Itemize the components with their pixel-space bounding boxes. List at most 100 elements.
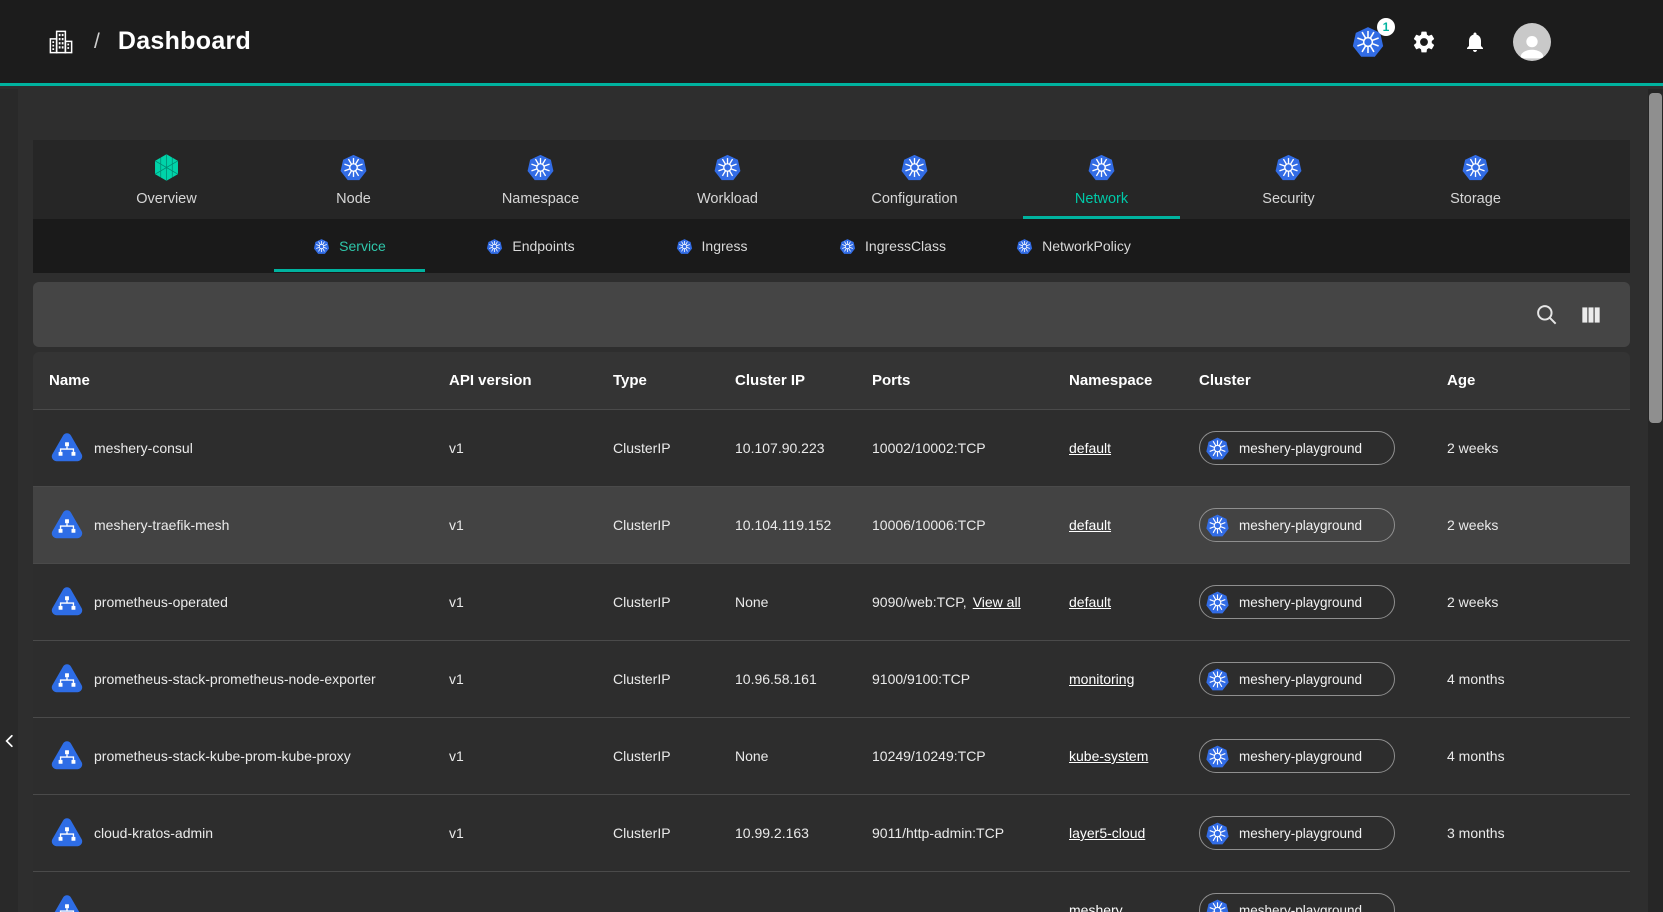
breadcrumb-separator: / (94, 30, 100, 54)
table-header-row: Name API version Type Cluster IP Ports N… (33, 352, 1630, 410)
type-cell: ClusterIP (613, 671, 735, 687)
collapse-drawer-button[interactable] (1, 731, 19, 751)
namespace-link[interactable]: kube-system (1069, 748, 1148, 764)
api-version-cell: v1 (449, 594, 613, 610)
user-avatar[interactable] (1513, 23, 1551, 61)
page-scrollbar[interactable] (1648, 89, 1663, 912)
cluster-ip-cell: 10.99.2.163 (735, 825, 872, 841)
namespace-link[interactable]: meshery (1069, 902, 1123, 912)
table-row[interactable]: meshery-traefik-mesh v1 ClusterIP 10.104… (33, 487, 1630, 564)
cluster-chip[interactable]: meshery-playground (1199, 893, 1395, 912)
cluster-chip[interactable]: meshery-playground (1199, 662, 1395, 696)
service-icon (49, 815, 85, 851)
type-cell: ClusterIP (613, 825, 735, 841)
sub-tab-ingressclass[interactable]: IngressClass (802, 219, 983, 273)
view-columns-button[interactable] (1578, 302, 1604, 328)
main-tab-network[interactable]: Network (1008, 140, 1195, 219)
age-cell: 2 weeks (1447, 517, 1630, 533)
settings-button[interactable] (1411, 29, 1437, 55)
api-version-cell: v1 (449, 517, 613, 533)
column-header-cluster[interactable]: Cluster (1199, 372, 1447, 389)
search-button[interactable] (1534, 302, 1560, 328)
column-header-type[interactable]: Type (613, 372, 735, 389)
main-tab-workload[interactable]: Workload (634, 140, 821, 219)
kubernetes-icon (713, 153, 742, 182)
kubernetes-icon (339, 153, 368, 182)
cluster-chip[interactable]: meshery-playground (1199, 585, 1395, 619)
kubernetes-icon (1205, 898, 1230, 912)
main-tab-label: Security (1262, 191, 1314, 207)
table-row[interactable]: meshery meshery-playground (33, 872, 1630, 912)
gear-icon (1411, 29, 1437, 55)
column-header-api-version[interactable]: API version (449, 372, 613, 389)
service-name: meshery-traefik-mesh (94, 517, 229, 533)
column-header-cluster-ip[interactable]: Cluster IP (735, 372, 872, 389)
namespace-link[interactable]: default (1069, 440, 1111, 456)
main-tab-label: Configuration (871, 191, 957, 207)
table-row[interactable]: meshery-consul v1 ClusterIP 10.107.90.22… (33, 410, 1630, 487)
main-tab-overview[interactable]: Overview (73, 140, 260, 219)
age-cell: 2 weeks (1447, 594, 1630, 610)
view-all-link[interactable]: View all (973, 594, 1021, 610)
resource-tabs: Overview Node Namespace Workload Configu… (33, 140, 1630, 219)
notifications-button[interactable] (1463, 30, 1487, 54)
cluster-name: meshery-playground (1239, 749, 1362, 764)
table-row[interactable]: prometheus-operated v1 ClusterIP None 90… (33, 564, 1630, 641)
chevron-left-icon (1, 731, 19, 751)
search-icon (1534, 302, 1560, 328)
bell-icon (1463, 30, 1487, 54)
kubernetes-icon (1087, 153, 1116, 182)
sub-tab-networkpolicy[interactable]: NetworkPolicy (983, 219, 1164, 273)
cluster-connection-button[interactable]: 1 (1351, 25, 1385, 59)
kubernetes-icon (1205, 667, 1230, 692)
table-row[interactable]: prometheus-stack-kube-prom-kube-proxy v1… (33, 718, 1630, 795)
cluster-count-badge: 1 (1377, 18, 1395, 36)
breadcrumb: / Dashboard (46, 27, 251, 57)
cluster-ip-cell: 10.104.119.152 (735, 517, 872, 533)
sub-tab-endpoints[interactable]: Endpoints (440, 219, 621, 273)
namespace-link[interactable]: default (1069, 594, 1111, 610)
service-icon (49, 738, 85, 774)
service-name: prometheus-stack-kube-prom-kube-proxy (94, 748, 351, 764)
main-tab-security[interactable]: Security (1195, 140, 1382, 219)
cluster-chip[interactable]: meshery-playground (1199, 508, 1395, 542)
service-icon (49, 584, 85, 620)
api-version-cell: v1 (449, 748, 613, 764)
api-version-cell: v1 (449, 671, 613, 687)
main-tab-namespace[interactable]: Namespace (447, 140, 634, 219)
table-row[interactable]: cloud-kratos-admin v1 ClusterIP 10.99.2.… (33, 795, 1630, 872)
table-row[interactable]: prometheus-stack-prometheus-node-exporte… (33, 641, 1630, 718)
cluster-chip[interactable]: meshery-playground (1199, 739, 1395, 773)
sub-tab-label: Service (339, 238, 386, 254)
ports-cell: 10249/10249:TCP (872, 748, 986, 764)
kubernetes-icon (1205, 821, 1230, 846)
sub-tab-ingress[interactable]: Ingress (621, 219, 802, 273)
scrollbar-thumb[interactable] (1649, 93, 1662, 423)
kubernetes-icon (1205, 436, 1230, 461)
main-tab-label: Network (1075, 191, 1128, 207)
sub-tab-service[interactable]: Service (259, 219, 440, 273)
namespace-link[interactable]: default (1069, 517, 1111, 533)
type-cell: ClusterIP (613, 594, 735, 610)
type-cell: ClusterIP (613, 440, 735, 456)
column-header-ports[interactable]: Ports (872, 372, 1069, 389)
namespace-link[interactable]: monitoring (1069, 671, 1134, 687)
column-header-age[interactable]: Age (1447, 372, 1630, 389)
age-cell: 2 weeks (1447, 440, 1630, 456)
main-tab-label: Overview (136, 191, 196, 207)
table-toolbar (33, 282, 1630, 347)
cluster-chip[interactable]: meshery-playground (1199, 431, 1395, 465)
main-tab-configuration[interactable]: Configuration (821, 140, 1008, 219)
main-tab-storage[interactable]: Storage (1382, 140, 1569, 219)
kubernetes-icon (900, 153, 929, 182)
column-header-namespace[interactable]: Namespace (1069, 372, 1199, 389)
sub-tab-label: NetworkPolicy (1042, 238, 1131, 254)
cluster-chip[interactable]: meshery-playground (1199, 816, 1395, 850)
kubernetes-icon (676, 238, 693, 255)
organization-icon[interactable] (46, 27, 76, 57)
app-header: / Dashboard 1 (0, 0, 1663, 86)
namespace-link[interactable]: layer5-cloud (1069, 825, 1145, 841)
cluster-name: meshery-playground (1239, 672, 1362, 687)
column-header-name[interactable]: Name (49, 372, 449, 389)
main-tab-node[interactable]: Node (260, 140, 447, 219)
